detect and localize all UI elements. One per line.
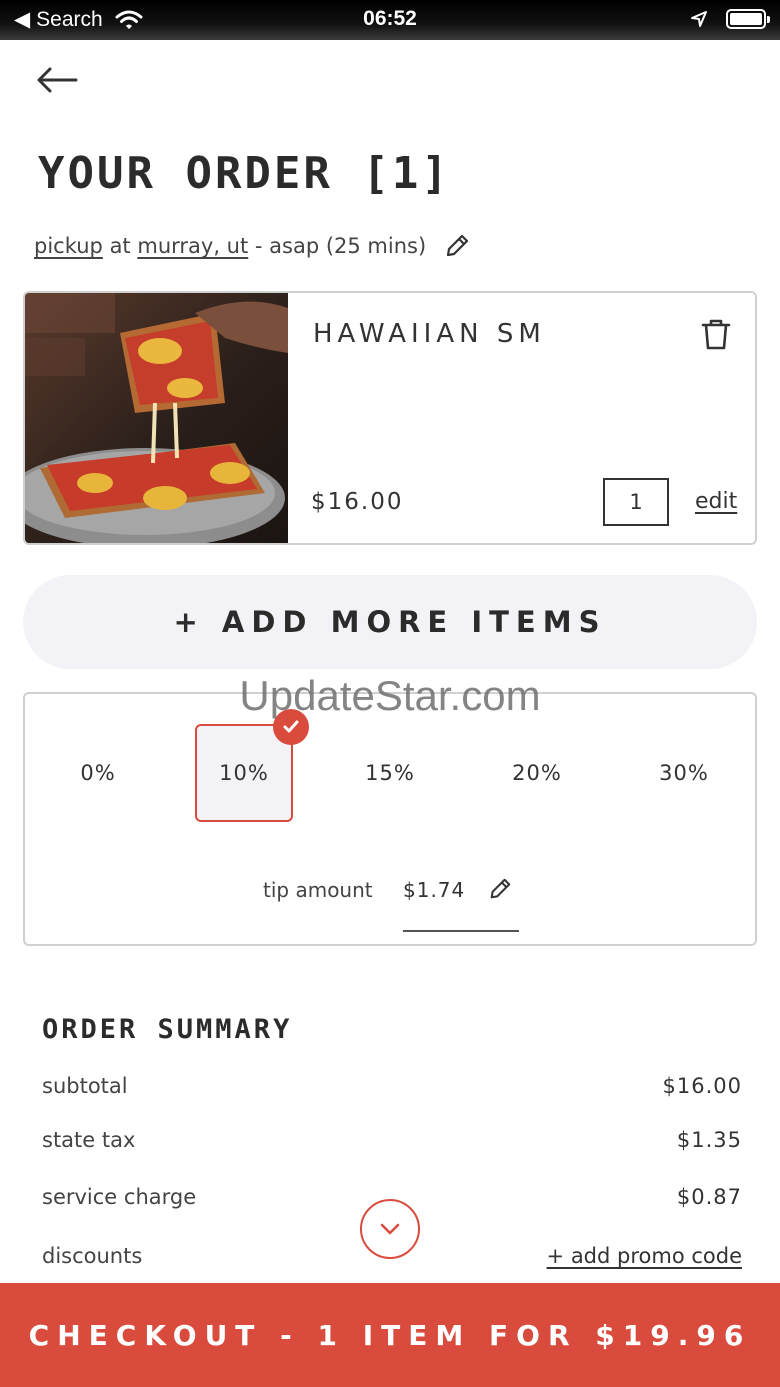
tip-option-30[interactable]: 30% <box>635 724 733 822</box>
tip-amount-value[interactable]: $1.74 <box>403 878 465 902</box>
battery-icon <box>726 9 770 29</box>
page-title: YOUR ORDER [1] <box>38 148 451 199</box>
item-name: HAWAIIAN SM <box>313 319 546 349</box>
status-bar: ◀ Search 06:52 <box>0 0 780 40</box>
scroll-down-button[interactable] <box>360 1199 420 1259</box>
tip-option-20[interactable]: 20% <box>488 724 586 822</box>
checkout-button[interactable]: CHECKOUT - 1 ITEM FOR $19.96 <box>0 1283 780 1387</box>
tip-option-15[interactable]: 15% <box>341 724 439 822</box>
chevron-down-icon <box>380 1223 400 1235</box>
quantity-field[interactable]: 1 <box>603 478 669 526</box>
pickup-at-text: at <box>109 234 131 258</box>
summary-value: $1.35 <box>676 1128 742 1152</box>
tip-amount-underline <box>403 930 519 932</box>
summary-row-state-tax: state tax $1.35 <box>42 1128 742 1158</box>
add-promo-code-link[interactable]: + add promo code <box>547 1244 742 1268</box>
back-arrow-icon[interactable] <box>34 62 80 98</box>
tip-selector: 0% 10% 15% 20% 30% tip amount $1.74 <box>23 692 757 946</box>
order-summary-title: ORDER SUMMARY <box>42 1014 293 1045</box>
item-photo <box>25 293 288 543</box>
check-icon <box>273 709 309 745</box>
pickup-location-link[interactable]: murray, ut <box>137 234 248 258</box>
pencil-icon[interactable] <box>444 233 470 259</box>
pickup-mode-link[interactable]: pickup <box>34 234 103 258</box>
location-arrow-icon <box>691 11 707 27</box>
item-price: $16.00 <box>311 489 404 515</box>
summary-label: state tax <box>42 1128 136 1152</box>
edit-item-link[interactable]: edit <box>695 489 737 514</box>
pencil-icon[interactable] <box>488 877 512 901</box>
summary-row-subtotal: subtotal $16.00 <box>42 1074 742 1104</box>
summary-label: subtotal <box>42 1074 128 1098</box>
tip-amount-label: tip amount <box>263 878 373 902</box>
summary-value: $0.87 <box>676 1185 742 1209</box>
status-time: 06:52 <box>363 7 417 30</box>
summary-label: service charge <box>42 1185 197 1209</box>
pickup-info: pickup at murray, ut - asap (25 mins) <box>34 233 470 259</box>
tip-option-0[interactable]: 0% <box>49 724 147 822</box>
pickup-timing: - asap (25 mins) <box>254 234 427 258</box>
summary-value: $16.00 <box>662 1074 742 1098</box>
summary-label: discounts <box>42 1244 143 1268</box>
trash-icon[interactable] <box>699 317 733 351</box>
add-more-items-button[interactable]: + ADD MORE ITEMS <box>23 575 757 669</box>
cart-item-card: HAWAIIAN SM $16.00 1 edit <box>23 291 757 545</box>
